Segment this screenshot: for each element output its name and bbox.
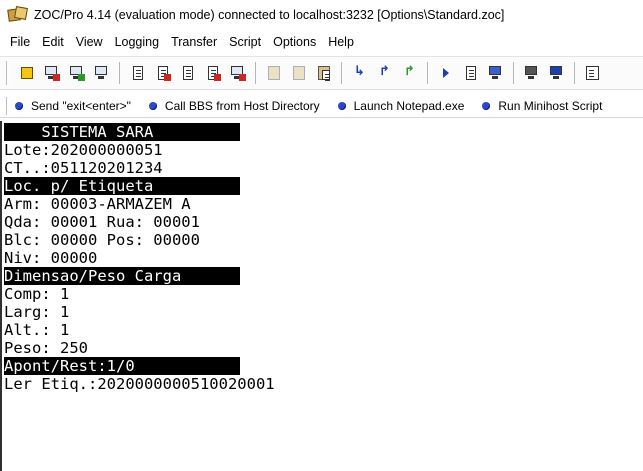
bullet-icon xyxy=(337,101,346,110)
menu-help[interactable]: Help xyxy=(322,31,360,53)
session-1-icon xyxy=(130,65,146,81)
session-2-button[interactable] xyxy=(152,62,174,84)
window-title: ZOC/Pro 4.14 (evaluation mode) connected… xyxy=(34,8,505,22)
session-4-button[interactable] xyxy=(202,62,224,84)
terminal-line: Peso: 250 xyxy=(4,339,88,357)
quick-button-label: Run Minihost Script xyxy=(498,98,603,113)
session-2-icon xyxy=(155,65,171,81)
upload-button[interactable]: ↳ xyxy=(349,62,371,84)
toolbar-separator xyxy=(574,62,575,84)
session-3-icon xyxy=(180,65,196,81)
toolbar-separator xyxy=(255,62,256,84)
terminal-line-header: Dimensao/Peso Carga xyxy=(4,267,240,285)
terminal-line: CT..:051120201234 xyxy=(4,159,163,177)
session-5-icon xyxy=(230,65,246,81)
menu-edit[interactable]: Edit xyxy=(36,31,70,53)
terminal-line: Alt.: 1 xyxy=(4,321,70,339)
quick-button-label: Call BBS from Host Directory xyxy=(164,98,320,113)
open-session-button[interactable] xyxy=(16,62,38,84)
open-session-icon xyxy=(19,65,35,81)
address-book-button[interactable] xyxy=(91,62,113,84)
copy-button[interactable] xyxy=(263,62,285,84)
terminal-line: Ler Etiq.:2020000000510020001 xyxy=(4,375,275,393)
connect-icon xyxy=(44,65,60,81)
disconnect-icon xyxy=(69,65,85,81)
quick-button-run-minihost[interactable]: Run Minihost Script xyxy=(482,99,602,113)
transfer-button[interactable]: ↱ xyxy=(399,62,421,84)
paste-button[interactable] xyxy=(288,62,310,84)
terminal-line: Blc: 00000 Pos: 00000 xyxy=(4,231,200,249)
terminal-line: Comp: 1 xyxy=(4,285,70,303)
menu-transfer[interactable]: Transfer xyxy=(165,31,223,53)
download-icon: ↱ xyxy=(379,64,390,79)
zoc-app-icon[interactable] xyxy=(7,6,28,24)
toolbar-separator xyxy=(427,62,428,84)
terminal-line: Larg: 1 xyxy=(4,303,70,321)
edit-script-button[interactable] xyxy=(460,62,482,84)
toolbar: ↳ ↱ ↱ xyxy=(0,56,643,90)
menu-options[interactable]: Options xyxy=(267,31,322,53)
toolbar-separator xyxy=(513,62,514,84)
session-1-button[interactable] xyxy=(127,62,149,84)
quickbar-grip[interactable] xyxy=(6,96,9,115)
quick-button-label: Launch Notepad.exe xyxy=(353,98,465,113)
menu-file[interactable]: File xyxy=(4,31,36,53)
paste-icon xyxy=(291,65,307,81)
terminal-screen[interactable]: SISTEMA SARA Lote:202000000051 CT..:0511… xyxy=(0,121,643,471)
disconnect-button[interactable] xyxy=(66,62,88,84)
print-icon xyxy=(524,65,540,81)
clipboard-button[interactable] xyxy=(313,62,335,84)
clipboard-icon xyxy=(316,65,332,81)
session-3-button[interactable] xyxy=(177,62,199,84)
terminal-line: Qda: 00001 Rua: 00001 xyxy=(4,213,200,231)
quick-button-call-bbs[interactable]: Call BBS from Host Directory xyxy=(148,98,320,113)
quick-button-bar: Send "exit<enter>" Call BBS from Host Di… xyxy=(0,94,643,118)
terminal-line-header: SISTEMA SARA xyxy=(4,123,240,141)
transfer-icon: ↱ xyxy=(404,64,415,79)
bullet-icon xyxy=(482,101,491,110)
bullet-icon xyxy=(15,101,23,110)
terminal-line: Niv: 00000 xyxy=(4,249,98,267)
session-4-icon xyxy=(205,65,221,81)
bullet-icon xyxy=(148,101,157,110)
address-book-icon xyxy=(94,65,110,81)
quick-button-label: Send "exit<enter>" xyxy=(31,98,131,113)
terminal-line-header: Loc. p/ Etiqueta xyxy=(4,177,240,195)
menu-script[interactable]: Script xyxy=(223,31,267,53)
quick-button-launch-notepad[interactable]: Launch Notepad.exe xyxy=(337,98,465,113)
terminal-line: Lote:202000000051 xyxy=(4,141,163,159)
notes-button[interactable] xyxy=(582,62,604,84)
menu-view[interactable]: View xyxy=(70,31,109,53)
connect-button[interactable] xyxy=(41,62,63,84)
download-button[interactable]: ↱ xyxy=(374,62,396,84)
copy-icon xyxy=(266,65,282,81)
print-button[interactable] xyxy=(521,62,543,84)
toolbar-grip[interactable] xyxy=(6,61,10,85)
terminal-line-header: Apont/Rest:1/0 xyxy=(4,357,240,375)
toolbar-separator xyxy=(119,62,120,84)
upload-icon: ↳ xyxy=(354,64,365,79)
terminal-line: Arm: 00003-ARMAZEM A xyxy=(4,195,191,213)
toolbar-separator xyxy=(341,62,342,84)
notes-icon xyxy=(585,65,601,81)
screen-icon xyxy=(549,65,565,81)
edit-script-icon xyxy=(463,65,479,81)
session-5-button[interactable] xyxy=(227,62,249,84)
user-icon xyxy=(488,65,504,81)
user-button[interactable] xyxy=(485,62,507,84)
run-script-icon xyxy=(438,65,454,81)
title-bar: ZOC/Pro 4.14 (evaluation mode) connected… xyxy=(0,0,643,30)
run-script-button[interactable] xyxy=(435,62,457,84)
menu-logging[interactable]: Logging xyxy=(109,31,166,53)
menu-bar: File Edit View Logging Transfer Script O… xyxy=(0,31,643,53)
quick-button-send-exit[interactable]: Send "exit<enter>" xyxy=(15,99,131,113)
screen-button[interactable] xyxy=(546,62,568,84)
